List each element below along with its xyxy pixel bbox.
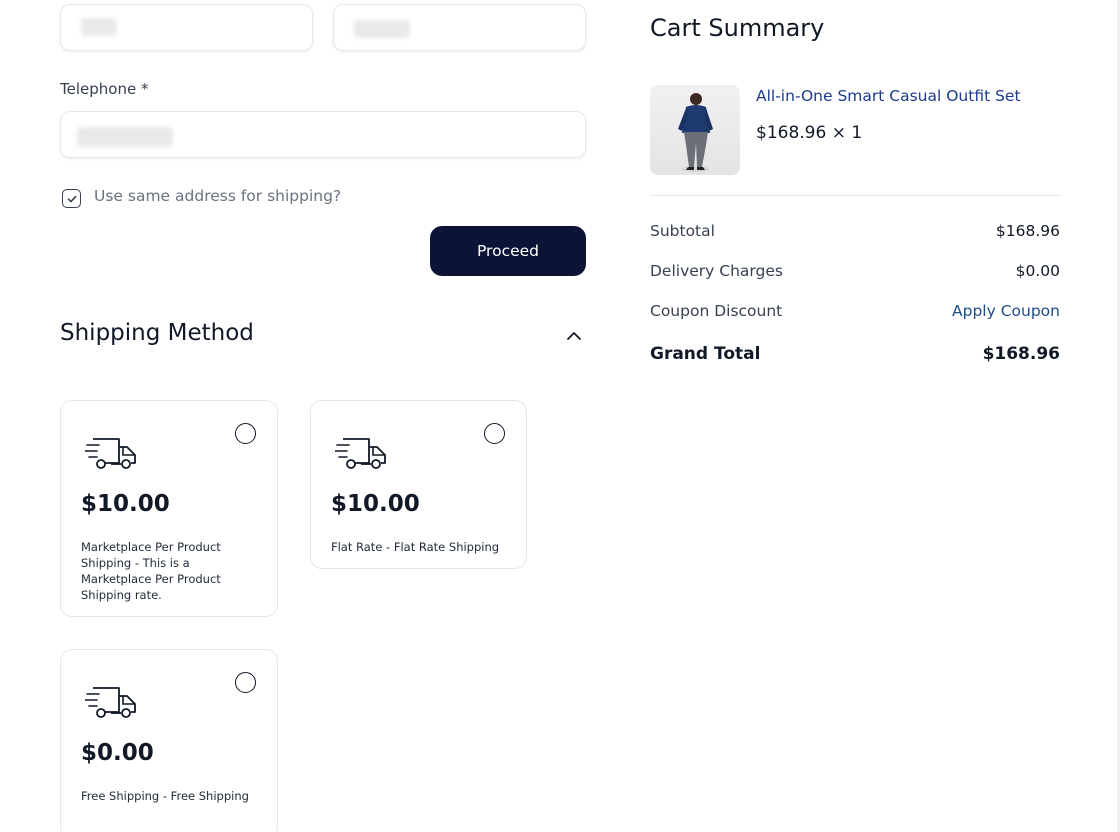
last-name-input[interactable] (333, 4, 586, 51)
product-photo (650, 85, 740, 175)
delivery-value: $0.00 (1016, 262, 1060, 280)
product-name-link[interactable]: All-in-One Smart Casual Outfit Set (756, 87, 1021, 105)
check-icon (66, 193, 78, 205)
shipping-method-title: Shipping Method (60, 320, 254, 346)
shipping-radio[interactable] (484, 423, 505, 444)
subtotal-row: Subtotal $168.96 (650, 222, 1060, 240)
coupon-label: Coupon Discount (650, 302, 782, 320)
telephone-input[interactable] (60, 111, 586, 158)
shipping-option-free[interactable]: $0.00 Free Shipping - Free Shipping (60, 649, 278, 832)
truck-icon (85, 682, 139, 722)
shipping-price: $10.00 (331, 491, 420, 517)
same-address-checkbox[interactable] (62, 189, 81, 208)
shipping-description: Flat Rate - Flat Rate Shipping (331, 539, 521, 555)
apply-coupon-link[interactable]: Apply Coupon (952, 302, 1060, 320)
grand-total-label: Grand Total (650, 344, 760, 364)
shipping-price: $0.00 (81, 740, 154, 766)
delivery-row: Delivery Charges $0.00 (650, 262, 1060, 280)
chevron-up-icon[interactable] (564, 326, 584, 346)
shipping-price: $10.00 (81, 491, 170, 517)
shipping-radio[interactable] (235, 672, 256, 693)
proceed-button[interactable]: Proceed (430, 226, 586, 276)
first-name-input[interactable] (60, 4, 313, 51)
shipping-option-flat-rate[interactable]: $10.00 Flat Rate - Flat Rate Shipping (310, 400, 527, 569)
truck-icon (335, 433, 389, 473)
delivery-label: Delivery Charges (650, 262, 783, 280)
telephone-label: Telephone * (60, 80, 148, 98)
shipping-description: Marketplace Per Product Shipping - This … (81, 539, 256, 603)
shipping-radio[interactable] (235, 423, 256, 444)
blurred-value (81, 18, 117, 36)
grand-total-value: $168.96 (983, 344, 1060, 364)
blurred-value (354, 20, 410, 38)
product-price-qty: $168.96 × 1 (756, 123, 862, 143)
shipping-option-marketplace[interactable]: $10.00 Marketplace Per Product Shipping … (60, 400, 278, 617)
same-address-label[interactable]: Use same address for shipping? (94, 187, 341, 205)
summary-divider (650, 195, 1060, 196)
subtotal-label: Subtotal (650, 222, 715, 240)
coupon-row: Coupon Discount Apply Coupon (650, 302, 1060, 320)
grand-total-row: Grand Total $168.96 (650, 344, 1060, 364)
cart-summary-title: Cart Summary (650, 14, 824, 42)
shipping-description: Free Shipping - Free Shipping (81, 788, 256, 804)
truck-icon (85, 433, 139, 473)
product-image[interactable] (650, 85, 740, 175)
subtotal-value: $168.96 (996, 222, 1060, 240)
blurred-value (77, 127, 173, 147)
